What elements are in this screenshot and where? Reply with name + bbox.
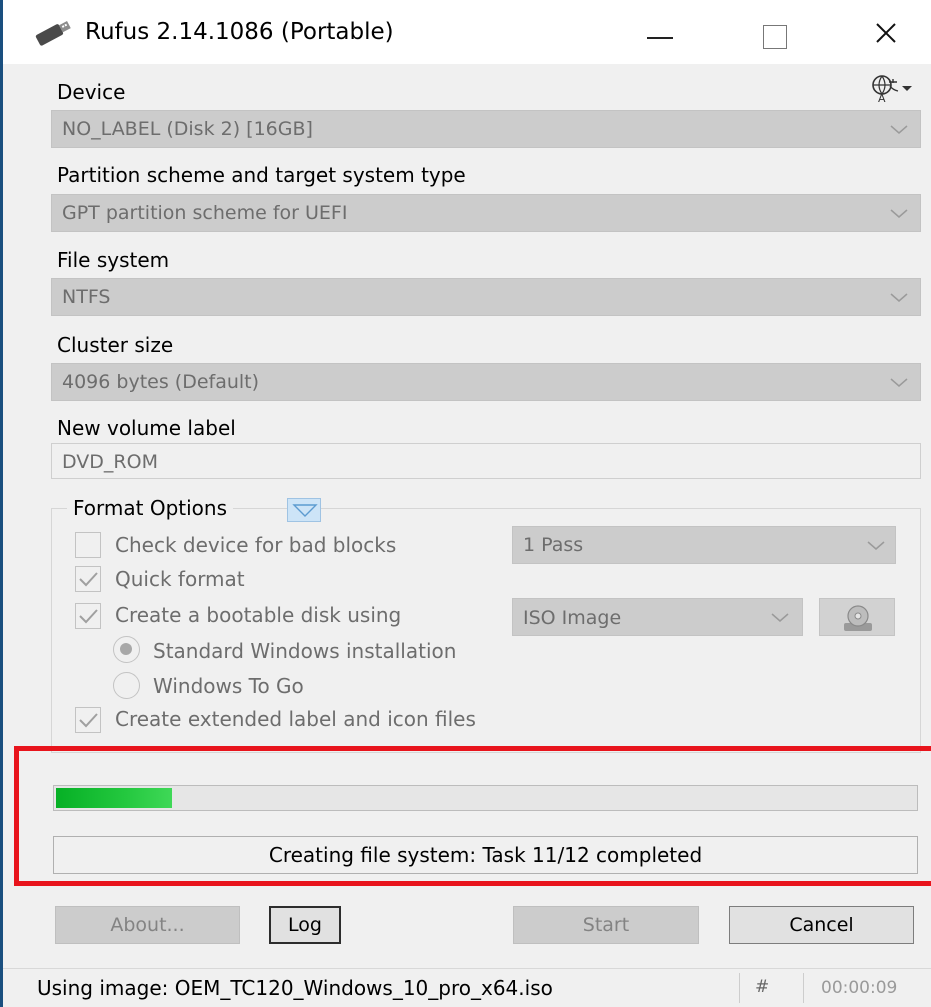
select-iso-button[interactable]	[819, 598, 895, 636]
status-bar-message: Using image: OEM_TC120_Windows_10_pro_x6…	[37, 976, 553, 1000]
volume-label-input[interactable]: DVD_ROM	[51, 443, 921, 479]
extended-label-label: Create extended label and icon files	[115, 707, 476, 731]
device-label: Device	[57, 80, 126, 104]
filesystem-dropdown[interactable]: NTFS	[51, 278, 921, 316]
start-button[interactable]: Start	[513, 906, 699, 944]
cluster-value: 4096 bytes (Default)	[62, 371, 260, 393]
bootable-checkbox[interactable]	[75, 603, 101, 629]
bootable-label: Create a bootable disk using	[115, 603, 402, 627]
volume-label-value: DVD_ROM	[62, 451, 158, 473]
filesystem-label: File system	[57, 248, 170, 272]
hash-button[interactable]: #	[755, 977, 769, 997]
cluster-dropdown[interactable]: 4096 bytes (Default)	[51, 363, 921, 401]
elapsed-time: 00:00:09	[821, 978, 898, 998]
boot-source-value: ISO Image	[523, 607, 622, 629]
minimize-button[interactable]	[631, 0, 693, 64]
bad-blocks-label: Check device for bad blocks	[115, 533, 397, 557]
standard-windows-radio[interactable]	[113, 636, 140, 663]
window-title: Rufus 2.14.1086 (Portable)	[85, 19, 394, 45]
disc-drive-icon	[844, 605, 872, 631]
quick-format-label: Quick format	[115, 567, 245, 591]
log-button[interactable]: Log	[269, 906, 341, 944]
quick-format-checkbox[interactable]	[75, 566, 101, 592]
device-value: NO_LABEL (Disk 2) [16GB]	[62, 118, 313, 140]
language-icon[interactable]: A	[869, 74, 915, 104]
partition-dropdown[interactable]: GPT partition scheme for UEFI	[51, 194, 921, 232]
title-bar[interactable]: Rufus 2.14.1086 (Portable)	[3, 0, 931, 64]
windows-to-go-label: Windows To Go	[153, 674, 304, 698]
partition-label: Partition scheme and target system type	[57, 163, 466, 187]
device-dropdown[interactable]: NO_LABEL (Disk 2) [16GB]	[51, 110, 921, 148]
chevron-down-icon	[890, 378, 908, 387]
triangle-down-icon	[292, 504, 318, 517]
checkmark-icon	[79, 713, 98, 728]
standard-windows-label: Standard Windows installation	[153, 639, 457, 663]
windows-to-go-radio[interactable]	[113, 672, 140, 699]
chevron-down-icon	[771, 613, 789, 622]
svg-text:A: A	[878, 92, 886, 104]
cluster-label: Cluster size	[57, 333, 174, 357]
red-highlight-box	[14, 746, 931, 886]
passes-dropdown[interactable]: 1 Pass	[512, 526, 896, 564]
chevron-down-icon	[867, 541, 885, 550]
chevron-down-icon	[890, 293, 908, 302]
maximize-button[interactable]	[745, 0, 807, 64]
volume-label-caption: New volume label	[57, 416, 236, 440]
status-bar: Using image: OEM_TC120_Windows_10_pro_x6…	[3, 968, 931, 1007]
close-icon	[876, 23, 896, 43]
close-button[interactable]	[855, 0, 917, 64]
rufus-window: Rufus 2.14.1086 (Portable) A Device NO_L…	[0, 0, 931, 1007]
extended-label-checkbox[interactable]	[75, 707, 101, 733]
about-button[interactable]: About...	[55, 906, 240, 944]
status-bar-divider	[803, 973, 804, 1003]
passes-value: 1 Pass	[523, 534, 584, 556]
filesystem-value: NTFS	[62, 286, 111, 308]
partition-value: GPT partition scheme for UEFI	[62, 202, 348, 224]
boot-source-dropdown[interactable]: ISO Image	[512, 598, 803, 636]
format-options-title: Format Options	[67, 496, 234, 520]
checkmark-icon	[79, 572, 98, 587]
bad-blocks-checkbox[interactable]	[75, 532, 101, 558]
checkmark-icon	[79, 609, 98, 624]
format-options-toggle[interactable]	[287, 498, 321, 522]
chevron-down-icon	[890, 209, 908, 218]
cancel-button[interactable]: Cancel	[729, 906, 914, 944]
chevron-down-icon	[890, 125, 908, 134]
status-bar-divider	[739, 973, 740, 1003]
usb-drive-icon	[35, 21, 71, 46]
